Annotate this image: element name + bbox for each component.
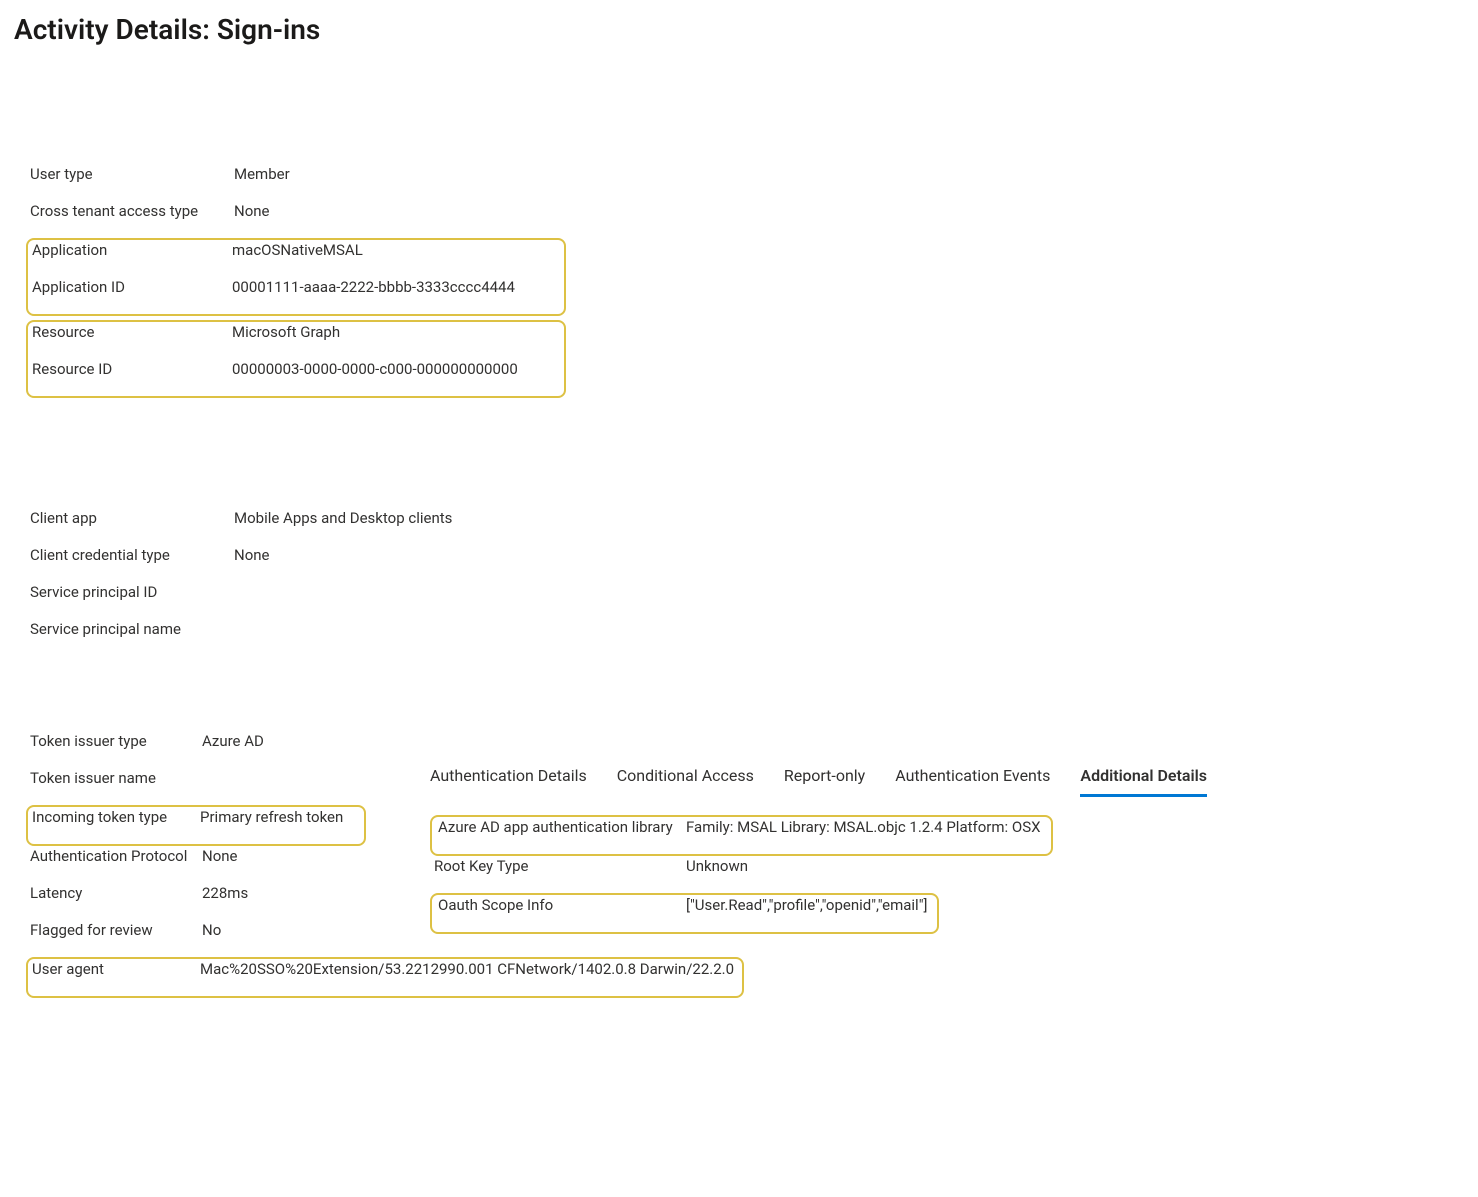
- tab-additional-details[interactable]: Additional Details: [1080, 765, 1207, 796]
- row-client-cred-type: Client credential type None: [30, 545, 1468, 582]
- row-user-type: User type Member: [30, 164, 1468, 201]
- label-service-principal-name: Service principal name: [30, 619, 234, 640]
- label-latency: Latency: [30, 883, 202, 904]
- tab-authentication-details[interactable]: Authentication Details: [430, 765, 587, 796]
- tab-report-only[interactable]: Report-only: [784, 765, 865, 796]
- label-incoming-token-type: Incoming token type: [32, 807, 200, 828]
- label-client-cred-type: Client credential type: [30, 545, 234, 566]
- row-oauth-scope: Oauth Scope Info ["User.Read","profile",…: [436, 895, 927, 932]
- highlight-user-agent: User agent Mac%20SSO%20Extension/53.2212…: [26, 957, 744, 998]
- value-user-agent: Mac%20SSO%20Extension/53.2212990.001 CFN…: [200, 959, 734, 980]
- label-token-issuer-name: Token issuer name: [30, 768, 202, 789]
- label-resource: Resource: [32, 322, 232, 343]
- label-cross-tenant: Cross tenant access type: [30, 201, 234, 222]
- label-auth-protocol: Authentication Protocol: [30, 846, 202, 867]
- value-flagged-for-review: No: [202, 920, 221, 941]
- value-application: macOSNativeMSAL: [232, 240, 363, 261]
- highlight-resource: Resource Microsoft Graph Resource ID 000…: [26, 320, 566, 398]
- value-incoming-token-type: Primary refresh token: [200, 807, 343, 828]
- value-user-type: Member: [234, 164, 290, 185]
- tab-authentication-events[interactable]: Authentication Events: [895, 765, 1050, 796]
- row-client-app: Client app Mobile Apps and Desktop clien…: [30, 508, 1468, 545]
- label-auth-library: Azure AD app authentication library: [436, 817, 686, 838]
- row-user-agent: User agent Mac%20SSO%20Extension/53.2212…: [32, 959, 742, 996]
- value-latency: 228ms: [202, 883, 248, 904]
- row-cross-tenant: Cross tenant access type None: [30, 201, 1468, 238]
- highlight-incoming-token-type: Incoming token type Primary refresh toke…: [26, 805, 366, 846]
- row-incoming-token-type: Incoming token type Primary refresh toke…: [32, 807, 364, 844]
- details-group-client: Client app Mobile Apps and Desktop clien…: [30, 508, 1468, 656]
- label-service-principal-id: Service principal ID: [30, 582, 234, 603]
- details-tabs: Authentication Details Conditional Acces…: [428, 765, 1468, 796]
- row-auth-library: Azure AD app authentication library Fami…: [436, 817, 1041, 854]
- value-resource-id: 00000003-0000-0000-c000-000000000000: [232, 359, 518, 380]
- details-group-identity: User type Member Cross tenant access typ…: [30, 164, 1468, 398]
- value-client-cred-type: None: [234, 545, 270, 566]
- row-resource: Resource Microsoft Graph: [32, 322, 564, 359]
- page-title: Activity Details: Sign-ins: [14, 10, 1468, 49]
- value-root-key-type: Unknown: [686, 856, 748, 877]
- row-service-principal-name: Service principal name: [30, 619, 1468, 656]
- label-token-issuer-type: Token issuer type: [30, 731, 202, 752]
- label-oauth-scope: Oauth Scope Info: [436, 895, 686, 916]
- row-latency: Latency 228ms: [30, 883, 428, 920]
- value-resource: Microsoft Graph: [232, 322, 340, 343]
- row-service-principal-id: Service principal ID: [30, 582, 1468, 619]
- row-root-key-type: Root Key Type Unknown: [428, 856, 1468, 893]
- row-resource-id: Resource ID 00000003-0000-0000-c000-0000…: [32, 359, 564, 396]
- row-token-issuer-type: Token issuer type Azure AD: [30, 731, 428, 768]
- row-application: Application macOSNativeMSAL: [32, 240, 564, 277]
- details-group-token: Token issuer type Azure AD Token issuer …: [30, 731, 428, 998]
- label-client-app: Client app: [30, 508, 234, 529]
- tab-conditional-access[interactable]: Conditional Access: [617, 765, 754, 796]
- label-application-id: Application ID: [32, 277, 232, 298]
- label-user-type: User type: [30, 164, 234, 185]
- value-auth-protocol: None: [202, 846, 238, 867]
- label-root-key-type: Root Key Type: [428, 856, 686, 877]
- label-application: Application: [32, 240, 232, 261]
- highlight-auth-library: Azure AD app authentication library Fami…: [430, 815, 1053, 856]
- value-auth-library: Family: MSAL Library: MSAL.objc 1.2.4 Pl…: [686, 817, 1041, 838]
- highlight-oauth-scope: Oauth Scope Info ["User.Read","profile",…: [430, 893, 939, 934]
- value-client-app: Mobile Apps and Desktop clients: [234, 508, 452, 529]
- value-application-id: 00001111-aaaa-2222-bbbb-3333cccc4444: [232, 277, 515, 298]
- value-cross-tenant: None: [234, 201, 270, 222]
- highlight-application: Application macOSNativeMSAL Application …: [26, 238, 566, 316]
- row-token-issuer-name: Token issuer name: [30, 768, 428, 805]
- row-application-id: Application ID 00001111-aaaa-2222-bbbb-3…: [32, 277, 564, 314]
- value-oauth-scope: ["User.Read","profile","openid","email"]: [686, 895, 927, 916]
- label-flagged-for-review: Flagged for review: [30, 920, 202, 941]
- label-resource-id: Resource ID: [32, 359, 232, 380]
- row-flagged-for-review: Flagged for review No: [30, 920, 428, 957]
- value-token-issuer-type: Azure AD: [202, 731, 264, 752]
- label-user-agent: User agent: [32, 959, 200, 980]
- row-auth-protocol: Authentication Protocol None: [30, 846, 428, 883]
- additional-details-panel: Azure AD app authentication library Fami…: [428, 815, 1468, 934]
